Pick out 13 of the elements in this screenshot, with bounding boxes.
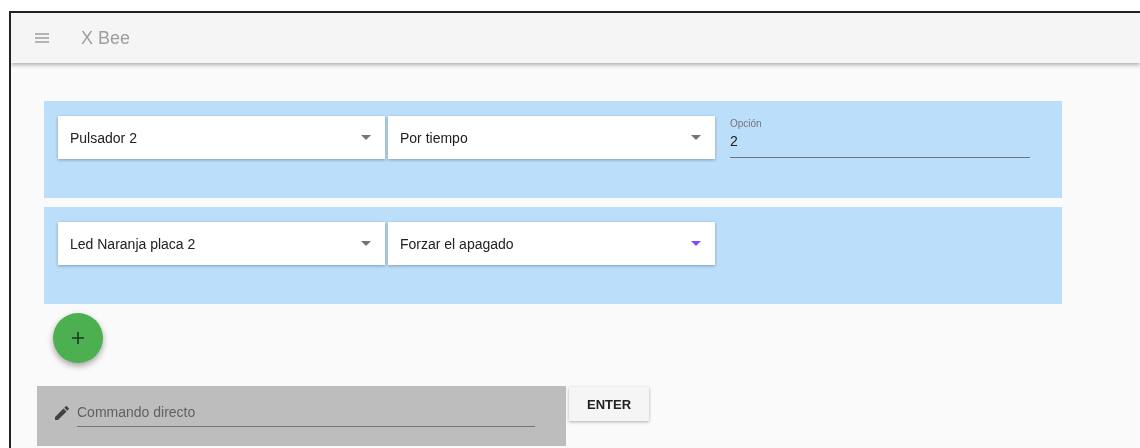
menu-icon[interactable] bbox=[35, 33, 49, 43]
dropdown[interactable]: Por tiempo bbox=[388, 116, 715, 159]
pencil-icon bbox=[55, 406, 69, 420]
command-field[interactable]: Commando directo bbox=[37, 386, 566, 446]
option-field[interactable]: Opción 2 bbox=[730, 116, 1030, 158]
plus-icon bbox=[72, 332, 84, 344]
command-field[interactable]: Commando directo bbox=[77, 402, 535, 427]
add-button[interactable] bbox=[53, 313, 103, 363]
enter-button[interactable]: ENTER bbox=[569, 387, 649, 421]
app-title: X Bee bbox=[81, 27, 131, 49]
dropdown[interactable]: Forzar el apagado bbox=[388, 222, 715, 265]
dropdown[interactable]: Pulsador 2 bbox=[58, 116, 385, 159]
dropdown[interactable]: Led Naranja placa 2 bbox=[58, 222, 385, 265]
